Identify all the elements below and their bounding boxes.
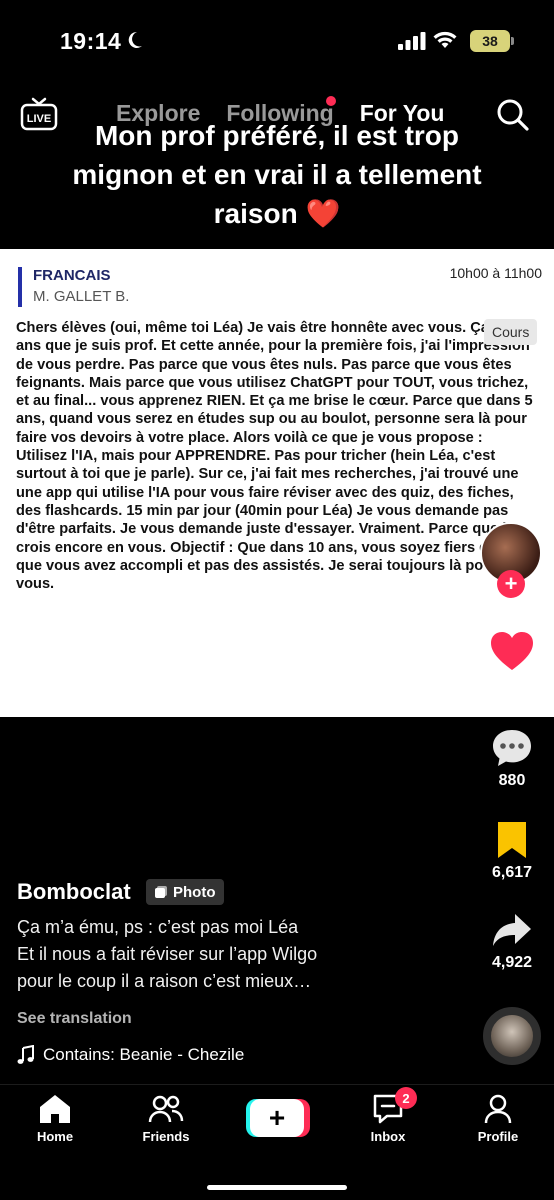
save-count: 6,617 (491, 864, 533, 881)
share-count: 4,922 (491, 954, 533, 971)
status-bar: 19:14 38 (0, 0, 554, 80)
photo-document[interactable]: FRANCAIS M. GALLET B. 10h00 à 11h00 Cher… (0, 249, 554, 717)
like-count: 128.5K (486, 676, 538, 693)
nav-home[interactable]: Home (10, 1093, 100, 1144)
friends-icon (148, 1095, 184, 1123)
photo-pill-label: Photo (173, 883, 216, 901)
save-button[interactable]: 6,617 (477, 820, 547, 882)
battery-level: 38 (482, 33, 498, 49)
post-caption-overlay: Mon prof préféré, il est trop mignon et … (72, 120, 482, 229)
nav-profile-label: Profile (477, 1129, 519, 1144)
inbox-badge: 2 (395, 1087, 417, 1109)
status-time: 19:14 (60, 28, 122, 54)
comment-count: 880 (498, 772, 526, 789)
course-badge: Cours (484, 319, 538, 345)
doc-time: 10h00 à 11h00 (449, 265, 542, 281)
nav-home-label: Home (36, 1129, 74, 1144)
photo-icon (155, 886, 167, 898)
description-line: Et il nous a fait réviser sur l’app Wilg… (17, 944, 318, 964)
bookmark-icon (498, 822, 526, 858)
bottom-nav: Home Friends + 2 Inbox Profile (0, 1084, 554, 1200)
home-indicator[interactable] (207, 1185, 347, 1190)
doc-body-text: Chers élèves (oui, même toi Léa) Je vais… (16, 320, 536, 593)
post-description[interactable]: Ça m’a ému, ps : c’est pas moi Léa Et il… (17, 914, 457, 995)
nav-inbox-label: Inbox (370, 1129, 406, 1144)
heart-icon (491, 632, 533, 670)
battery-cap (511, 37, 514, 45)
subject-color-bar (18, 267, 22, 307)
description-line: Ça m’a ému, ps : c’est pas moi Léa (17, 917, 299, 937)
description-line: pour le coup il a raison c’est mieux… (17, 971, 312, 991)
create-button[interactable]: + (246, 1099, 310, 1137)
nav-friends-label: Friends (142, 1129, 190, 1144)
following-notification-dot (326, 96, 336, 106)
battery-indicator: 38 (470, 30, 510, 52)
nav-profile[interactable]: Profile (453, 1093, 543, 1144)
wifi-icon (433, 31, 457, 48)
photo-type-pill: Photo (146, 879, 224, 905)
live-tv-icon[interactable]: LIVE (20, 96, 58, 132)
profile-icon (484, 1094, 512, 1124)
author-name[interactable]: Bomboclat (17, 879, 131, 905)
comment-bubble-icon (493, 730, 531, 766)
doc-teacher: M. GALLET B. (33, 288, 130, 305)
share-arrow-icon (493, 914, 531, 946)
moon-icon (128, 31, 142, 48)
doc-subject: FRANCAIS (33, 267, 111, 284)
music-credit[interactable]: Contains: Beanie - Chezile (17, 1045, 244, 1065)
share-button[interactable]: 4,922 (477, 910, 547, 972)
follow-plus-button[interactable]: + (497, 570, 525, 598)
plus-icon: + (250, 1099, 304, 1137)
cellular-signal-icon (398, 32, 426, 50)
like-button[interactable]: 128.5K (477, 630, 547, 694)
search-icon[interactable] (496, 98, 530, 132)
see-translation-link[interactable]: See translation (17, 1010, 132, 1028)
home-icon (40, 1095, 70, 1123)
music-disc[interactable] (483, 1007, 541, 1065)
nav-inbox[interactable]: 2 Inbox (343, 1087, 433, 1144)
svg-text:LIVE: LIVE (27, 113, 51, 125)
music-label: Contains: Beanie - Chezile (43, 1045, 245, 1064)
comment-button[interactable]: 880 (477, 728, 547, 790)
music-note-icon (17, 1045, 34, 1064)
nav-friends[interactable]: Friends (121, 1093, 211, 1144)
